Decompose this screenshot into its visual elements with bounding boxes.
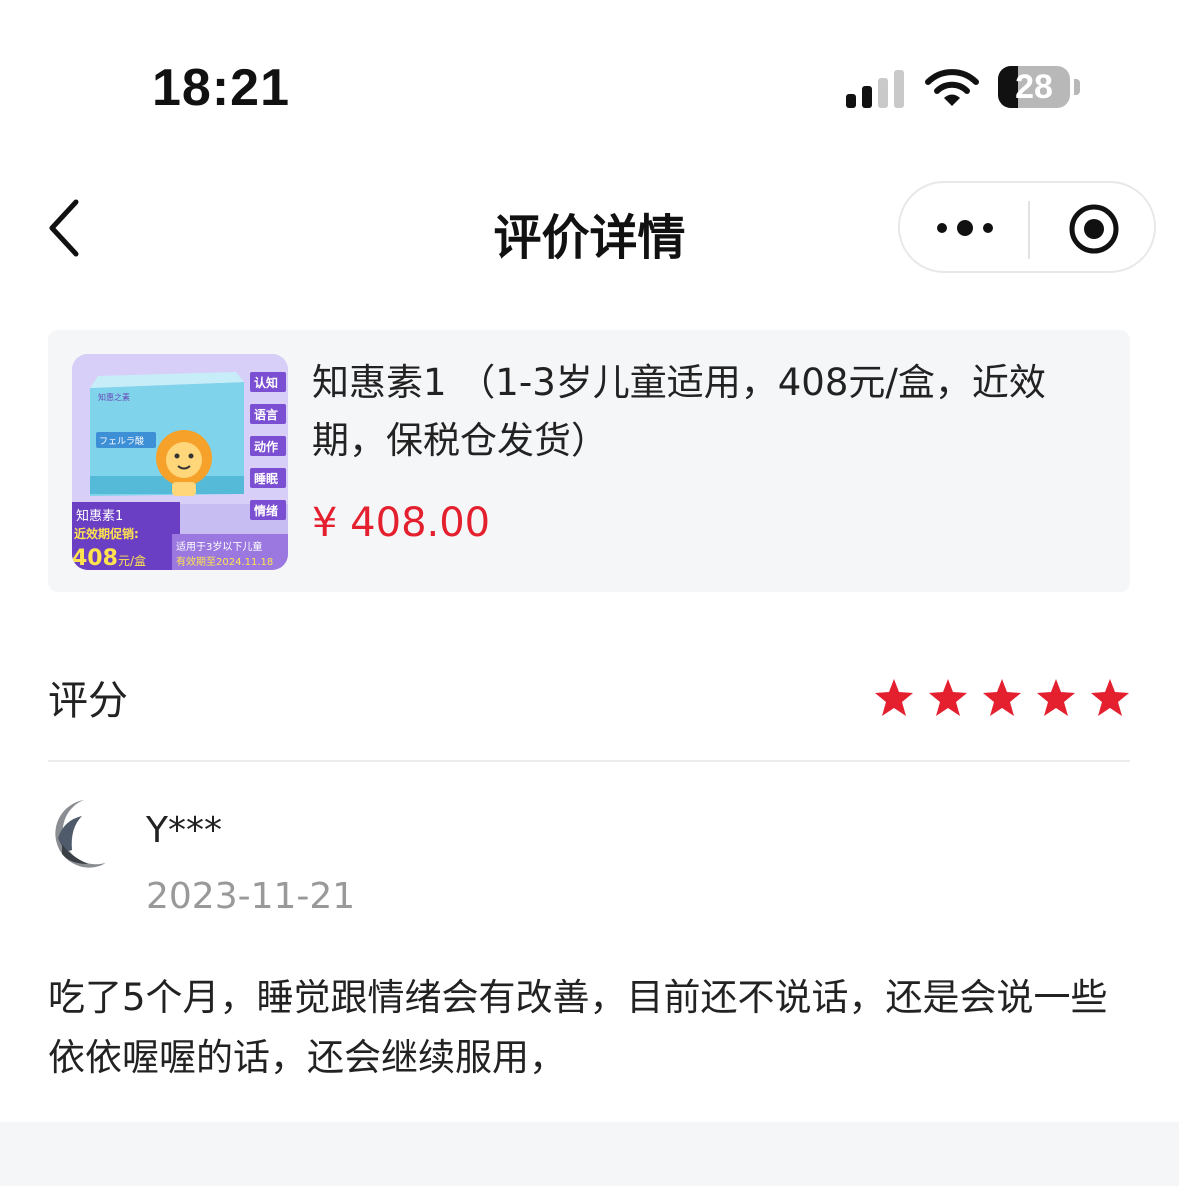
- box-brand: 知惠之素: [98, 392, 130, 402]
- product-name[interactable]: 知惠素1 （1-3岁儿童适用，408元/盒，近效期，保税仓发货）: [312, 354, 1112, 470]
- image-tag: 认知: [254, 375, 278, 390]
- review-date: 2023-11-21: [146, 876, 356, 917]
- capsule-divider: [1028, 201, 1030, 259]
- image-tag: 语言: [254, 407, 278, 422]
- image-tag: 情绪: [254, 503, 278, 518]
- target-circle-icon[interactable]: [1068, 203, 1120, 255]
- star-icon: [983, 679, 1021, 716]
- product-card[interactable]: 知惠之素 フェルラ酸 认知 语言 动作 睡眠 情绪 知惠素1 近效期促销: 40…: [48, 330, 1130, 592]
- battery-icon: 28: [998, 66, 1070, 108]
- review-text: 吃了5个月，睡觉跟情绪会有改善，目前还不说话，还是会说一些依依喔喔的话，还会继续…: [48, 976, 1108, 1079]
- status-time: 18:21: [152, 59, 290, 117]
- rating-stars: [874, 678, 1130, 718]
- avatar: [48, 798, 120, 870]
- more-dots-icon[interactable]: [934, 211, 996, 245]
- rating-label: 评分: [48, 678, 128, 724]
- promo-name: 知惠素1: [76, 508, 123, 524]
- divider: [48, 760, 1130, 762]
- promo-text: 近效期促销:: [74, 526, 139, 541]
- promo-unit: 元/盒: [118, 553, 146, 568]
- star-icon: [929, 679, 967, 716]
- image-tag: 睡眠: [254, 471, 278, 486]
- battery-tip: [1074, 79, 1080, 95]
- image-footer: 有效期至2024.11.18: [176, 555, 273, 568]
- product-price: ¥ 408.00: [312, 500, 491, 546]
- image-tag: 动作: [254, 439, 278, 454]
- star-icon: [1091, 679, 1129, 716]
- star-icon: [1037, 679, 1075, 716]
- mini-program-capsule: [898, 181, 1156, 273]
- promo-price: 408: [72, 546, 118, 570]
- username: Y***: [146, 810, 222, 851]
- star-icon: [875, 679, 913, 716]
- box-label: フェルラ酸: [99, 436, 144, 447]
- battery-level: 28: [1015, 68, 1053, 106]
- wifi-icon: [925, 69, 979, 106]
- cellular-signal-icon: [846, 70, 906, 108]
- image-footer: 适用于3岁以下儿童: [176, 540, 262, 553]
- bottom-bar: [0, 1122, 1179, 1186]
- product-image[interactable]: 知惠之素 フェルラ酸 认知 语言 动作 睡眠 情绪 知惠素1 近效期促销: 40…: [72, 354, 288, 570]
